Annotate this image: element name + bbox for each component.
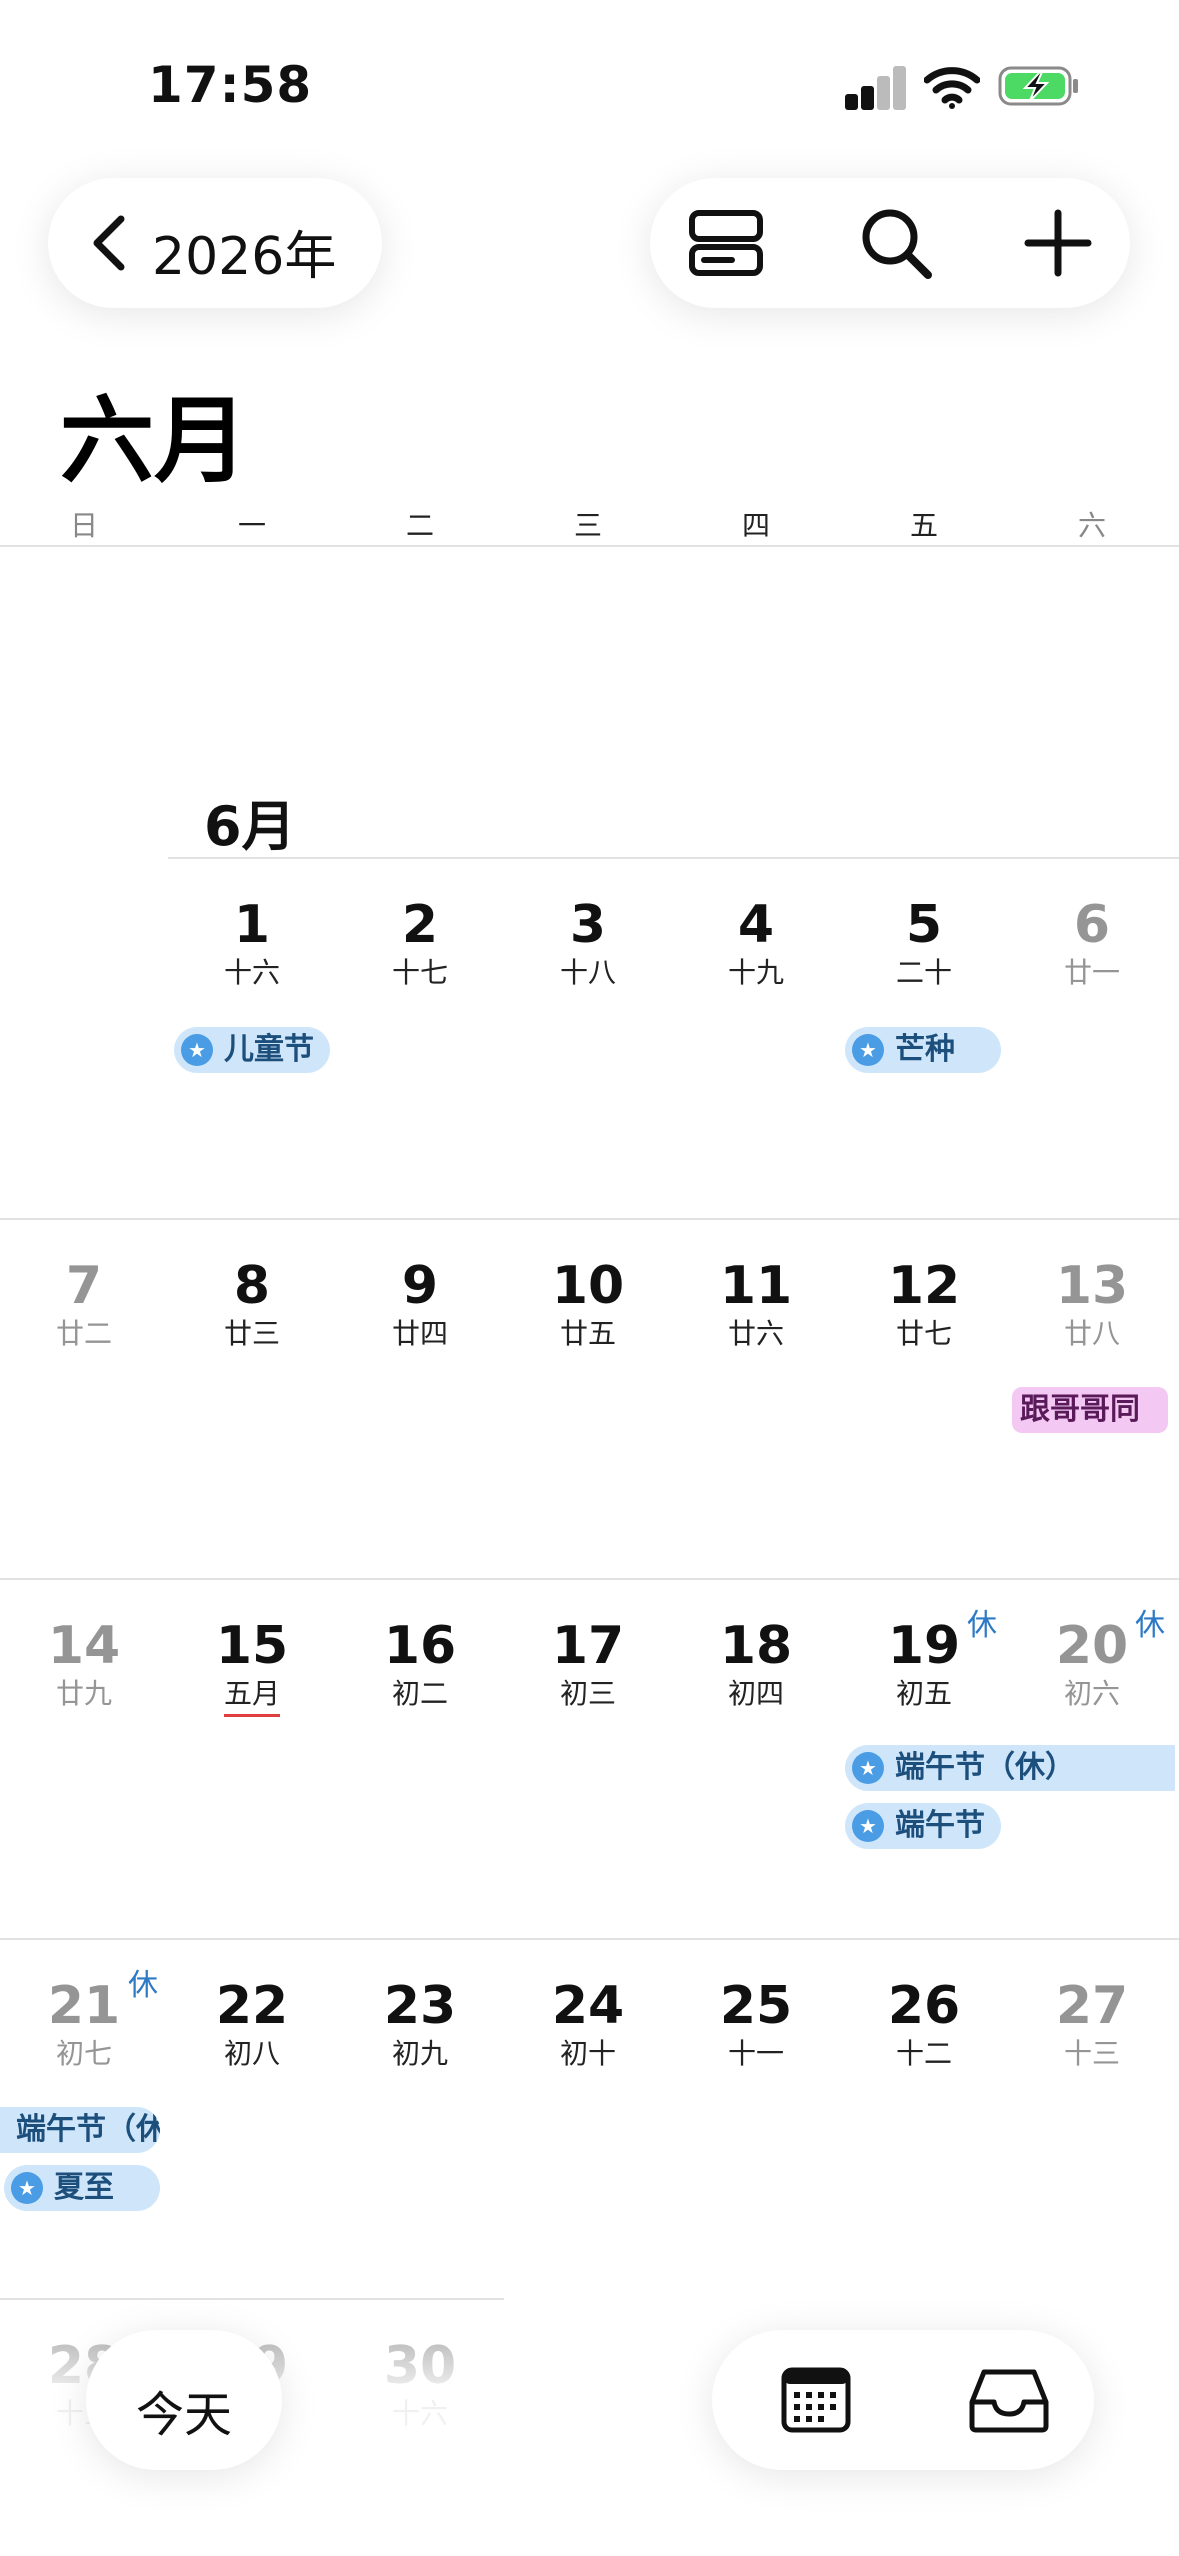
add-icon[interactable] (1018, 203, 1098, 283)
cellular-signal-icon (845, 66, 907, 110)
week-divider (0, 1218, 1179, 1220)
weekday-sun: 日 (69, 509, 98, 542)
event-with-brother[interactable]: 跟哥哥同 (1012, 1387, 1168, 1433)
day-cell-4[interactable]: 4 十九 (672, 896, 840, 990)
rest-badge: 休 (967, 1608, 997, 1643)
day-cell-16[interactable]: 16 初二 (336, 1617, 504, 1711)
star-icon: ★ (852, 1034, 884, 1066)
view-mode-icon[interactable] (686, 203, 766, 283)
battery-charging-icon (998, 66, 1078, 106)
day-cell-6[interactable]: 6 廿一 (1008, 896, 1176, 990)
weekday-wed: 三 (573, 509, 602, 542)
day-cell-25[interactable]: 25 十一 (672, 1977, 840, 2071)
day-cell-10[interactable]: 10 廿五 (504, 1257, 672, 1351)
inbox-icon[interactable] (968, 2364, 1050, 2436)
today-label: 今天 (135, 2387, 232, 2443)
star-icon: ★ (11, 2172, 43, 2204)
day-cell-18[interactable]: 18 初四 (672, 1617, 840, 1711)
month-title: 六月 (60, 387, 249, 496)
star-icon: ★ (852, 1752, 884, 1784)
weekday-tue: 二 (405, 509, 434, 542)
day-cell-11[interactable]: 11 廿六 (672, 1257, 840, 1351)
weekday-sat: 六 (1077, 509, 1106, 542)
day-cell-14[interactable]: 14 廿九 (0, 1617, 168, 1711)
toolbar-pill (650, 178, 1130, 308)
day-cell-9[interactable]: 9 廿四 (336, 1257, 504, 1351)
event-childrens-day[interactable]: ★ 儿童节 (174, 1027, 330, 1073)
rest-badge: 休 (1135, 1608, 1165, 1643)
weekday-mon: 一 (237, 509, 266, 542)
week-divider (0, 1938, 1179, 1940)
search-icon[interactable] (856, 203, 936, 283)
day-cell-8[interactable]: 8 廿三 (168, 1257, 336, 1351)
day-cell-17[interactable]: 17 初三 (504, 1617, 672, 1711)
day-cell-2[interactable]: 2 十七 (336, 896, 504, 990)
bottom-toolbar (712, 2330, 1094, 2470)
day-cell-27[interactable]: 27 十三 (1008, 1977, 1176, 2071)
day-cell-23[interactable]: 23 初九 (336, 1977, 504, 2071)
star-icon: ★ (852, 1810, 884, 1842)
month-subtitle: 6月 (204, 795, 296, 858)
day-cell-26[interactable]: 26 十二 (840, 1977, 1008, 2071)
event-summer-solstice[interactable]: ★ 夏至 (4, 2165, 160, 2211)
chevron-left-icon (93, 215, 125, 271)
wifi-icon (924, 67, 980, 109)
weekday-divider (0, 545, 1179, 547)
month-divider (168, 857, 1179, 859)
status-time: 17:58 (148, 56, 313, 114)
day-cell-13[interactable]: 13 廿八 (1008, 1257, 1176, 1351)
day-cell-15-today[interactable]: 15 五月 (168, 1617, 336, 1717)
rest-badge: 休 (128, 1968, 158, 2003)
day-cell-3[interactable]: 3 十八 (504, 896, 672, 990)
day-cell-5[interactable]: 5 二十 (840, 896, 1008, 990)
day-cell-12[interactable]: 12 廿七 (840, 1257, 1008, 1351)
event-dragon-boat-rest[interactable]: ★ 端午节（休） (845, 1745, 1175, 1791)
day-cell-24[interactable]: 24 初十 (504, 1977, 672, 2071)
event-dragon-boat[interactable]: ★ 端午节 (845, 1803, 1001, 1849)
today-button[interactable]: 今天 (86, 2330, 282, 2470)
week-divider (0, 1578, 1179, 1580)
day-cell-7[interactable]: 7 廿二 (0, 1257, 168, 1351)
day-cell-22[interactable]: 22 初八 (168, 1977, 336, 2071)
calendar-icon[interactable] (778, 2362, 854, 2438)
weekday-fri: 五 (909, 509, 938, 542)
back-to-year-button[interactable]: 2026年 (48, 178, 382, 308)
event-dragon-boat-rest-cont[interactable]: 端午节（休 (0, 2107, 160, 2153)
day-cell-1[interactable]: 1 十六 (168, 896, 336, 990)
year-label: 2026年 (152, 227, 337, 287)
event-grain-in-ear[interactable]: ★ 芒种 (845, 1027, 1001, 1073)
star-icon: ★ (181, 1034, 213, 1066)
weekday-thu: 四 (741, 509, 770, 542)
